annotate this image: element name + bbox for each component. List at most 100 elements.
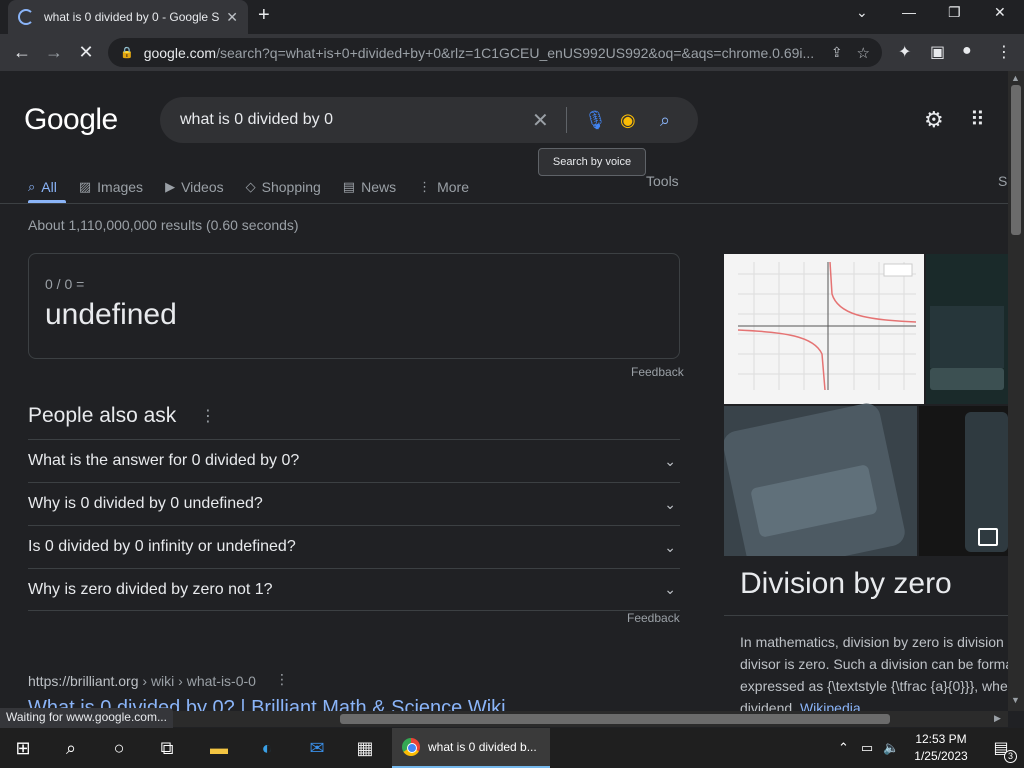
tab-more[interactable]: ⋮ More [418,179,469,195]
new-tab-icon[interactable]: + [258,4,270,27]
play-icon: ▶ [165,179,176,194]
chevron-down-icon: ⌄ [664,495,676,512]
chevron-down-icon: ⌄ [664,538,676,555]
status-bubble: Waiting for www.google.com... [0,708,173,728]
voice-search-tooltip: Search by voice [538,148,646,176]
scroll-right-icon[interactable]: ▶ [994,713,1001,724]
notifications-icon[interactable]: ▤ 3 [978,728,1024,768]
iphone-siri-thumbnail[interactable] [724,400,917,556]
mail-icon[interactable]: ✉ [294,728,340,768]
nav-divider [0,203,1008,204]
lens-camera-icon[interactable]: ◉ [620,110,636,131]
view-images-icon[interactable] [978,528,998,546]
result-stats: About 1,110,000,000 results (0.60 second… [28,217,299,233]
scrollbar-thumb[interactable] [1011,85,1021,235]
restore-icon[interactable]: ❐ [948,4,961,21]
calc-feedback-link[interactable]: Feedback [631,365,684,379]
paa-question[interactable]: Why is 0 divided by 0 undefined? ⌄ [28,482,680,525]
extensions-icon[interactable]: ✦ [898,42,911,62]
graph-thumbnail[interactable] [724,254,924,404]
news-icon: ▤ [342,179,356,194]
lock-icon[interactable]: 🔒 [120,46,134,59]
microphone-icon[interactable]: 🎙 [584,110,607,131]
tab-search-icon[interactable]: ⌄ [856,4,868,21]
kp-line: expressed as {\textstyle {\tfrac {a}{0}}… [740,678,1008,694]
task-view-icon[interactable]: ⧉ [144,728,190,768]
paa-feedback-link[interactable]: Feedback [627,611,680,625]
more-vert-icon: ⋮ [418,179,432,194]
edge-icon[interactable]: ◐ [244,728,290,768]
result-url[interactable]: https://brilliant.org › wiki › what-is-0… [28,673,256,689]
menu-kebab-icon[interactable]: ⋮ [996,42,1012,62]
minimize-icon[interactable]: — [902,4,916,20]
tab-close-icon[interactable]: ✕ [226,9,238,26]
google-apps-icon[interactable]: ⠿ [970,107,985,132]
paa-question[interactable]: Why is zero divided by zero not 1? ⌄ [28,568,680,611]
tab-videos[interactable]: ▶ Videos [165,179,224,195]
google-logo[interactable]: Google [24,103,118,137]
settings-gear-icon[interactable]: ⚙ [924,107,944,133]
cortana-icon[interactable]: ○ [96,728,142,768]
stop-loading-icon[interactable]: ✕ [70,42,102,63]
safesearch-cut-label[interactable]: S [998,173,1007,189]
url-text: google.com/search?q=what+is+0+divided+by… [143,44,815,61]
tab-all[interactable]: ⌕ All [28,179,57,195]
tab-images[interactable]: ▨ Images [79,179,143,195]
file-explorer-icon[interactable]: ▬ [196,728,242,768]
tag-icon: ◇ [245,179,256,194]
taskbar-chrome-window[interactable]: what is 0 divided b... [392,728,550,768]
volume-icon[interactable]: 🔈 [883,740,899,756]
result-options-icon[interactable]: ⋮ [275,671,289,688]
tab-news[interactable]: ▤ News [343,179,396,195]
taskbar-clock[interactable]: 12:53 PM 1/25/2023 [906,731,976,765]
clock-date: 1/25/2023 [914,749,968,763]
chevron-down-icon: ⌄ [664,452,676,469]
close-window-icon[interactable]: ✕ [994,4,1006,21]
page-content: Google what is 0 divided by 0 ✕ 🎙 ◉ ⌕ Se… [0,71,1008,711]
paa-question[interactable]: Is 0 divided by 0 infinity or undefined?… [28,525,680,568]
kp-line: dividend. [740,700,797,711]
forward-icon[interactable]: → [38,42,70,63]
search-submit-icon[interactable]: ⌕ [660,110,670,131]
tab-shopping[interactable]: ◇ Shopping [246,179,321,195]
clear-search-icon[interactable]: ✕ [532,108,549,133]
side-panel-icon[interactable]: ▣ [930,42,945,62]
taskbar-search-icon[interactable]: ⌕ [48,728,94,768]
chevron-up-icon[interactable]: ⌃ [838,740,849,756]
bookmark-star-icon[interactable]: ☆ [857,44,870,62]
browser-tab[interactable]: what is 0 divided by 0 - Google S ✕ [8,0,248,34]
calculator-card: 0 / 0 = undefined [28,253,680,359]
kp-divider [724,615,1008,616]
paa-heading: People also ask [28,404,177,427]
search-divider [566,107,567,133]
windows-start-icon[interactable]: ⊞ [0,728,46,768]
search-tabs: ⌕ All ▨ Images ▶ Videos ◇ Shopping ▤ News ⋮ Mo… [28,171,491,203]
knowledge-panel-images[interactable] [724,254,1008,556]
back-icon[interactable]: ← [6,42,38,63]
paa-options-icon[interactable]: ⋮ [200,406,216,426]
scroll-up-icon[interactable]: ▲ [1011,73,1020,83]
chrome-icon [402,738,420,756]
loading-spinner-icon [18,9,34,25]
store-icon[interactable]: ▦ [342,728,388,768]
paa-question[interactable]: What is the answer for 0 divided by 0? ⌄ [28,439,680,482]
tab-strip: what is 0 divided by 0 - Google S ✕ + ⌄ … [0,0,1024,34]
wikipedia-link[interactable]: Wikipedia [800,700,861,711]
hscroll-thumb[interactable] [340,714,890,724]
scroll-down-icon[interactable]: ▼ [1011,695,1020,705]
chevron-down-icon: ⌄ [664,581,676,597]
kp-line: divisor is zero. Such a division can be … [740,656,1008,672]
address-bar[interactable]: 🔒 google.com/search?q=what+is+0+divided+… [108,38,882,67]
siri-card-thumbnail[interactable] [926,254,1008,404]
share-icon[interactable]: ⇪ [831,44,843,61]
vertical-scrollbar[interactable]: ▲ ▼ [1008,71,1024,711]
taskbar-chrome-label: what is 0 divided b... [428,740,537,754]
knowledge-panel-title: Division by zero [740,567,952,600]
profile-icon[interactable]: ● [962,42,972,60]
tools-button[interactable]: Tools [646,173,679,189]
search-box[interactable]: what is 0 divided by 0 ✕ 🎙 ◉ ⌕ [160,97,698,143]
image-icon: ▨ [78,179,92,194]
kp-line: In mathematics, division by zero is divi… [740,634,1004,650]
network-icon[interactable]: ▭ [861,740,873,756]
knowledge-panel-description: In mathematics, division by zero is divi… [740,631,1008,711]
